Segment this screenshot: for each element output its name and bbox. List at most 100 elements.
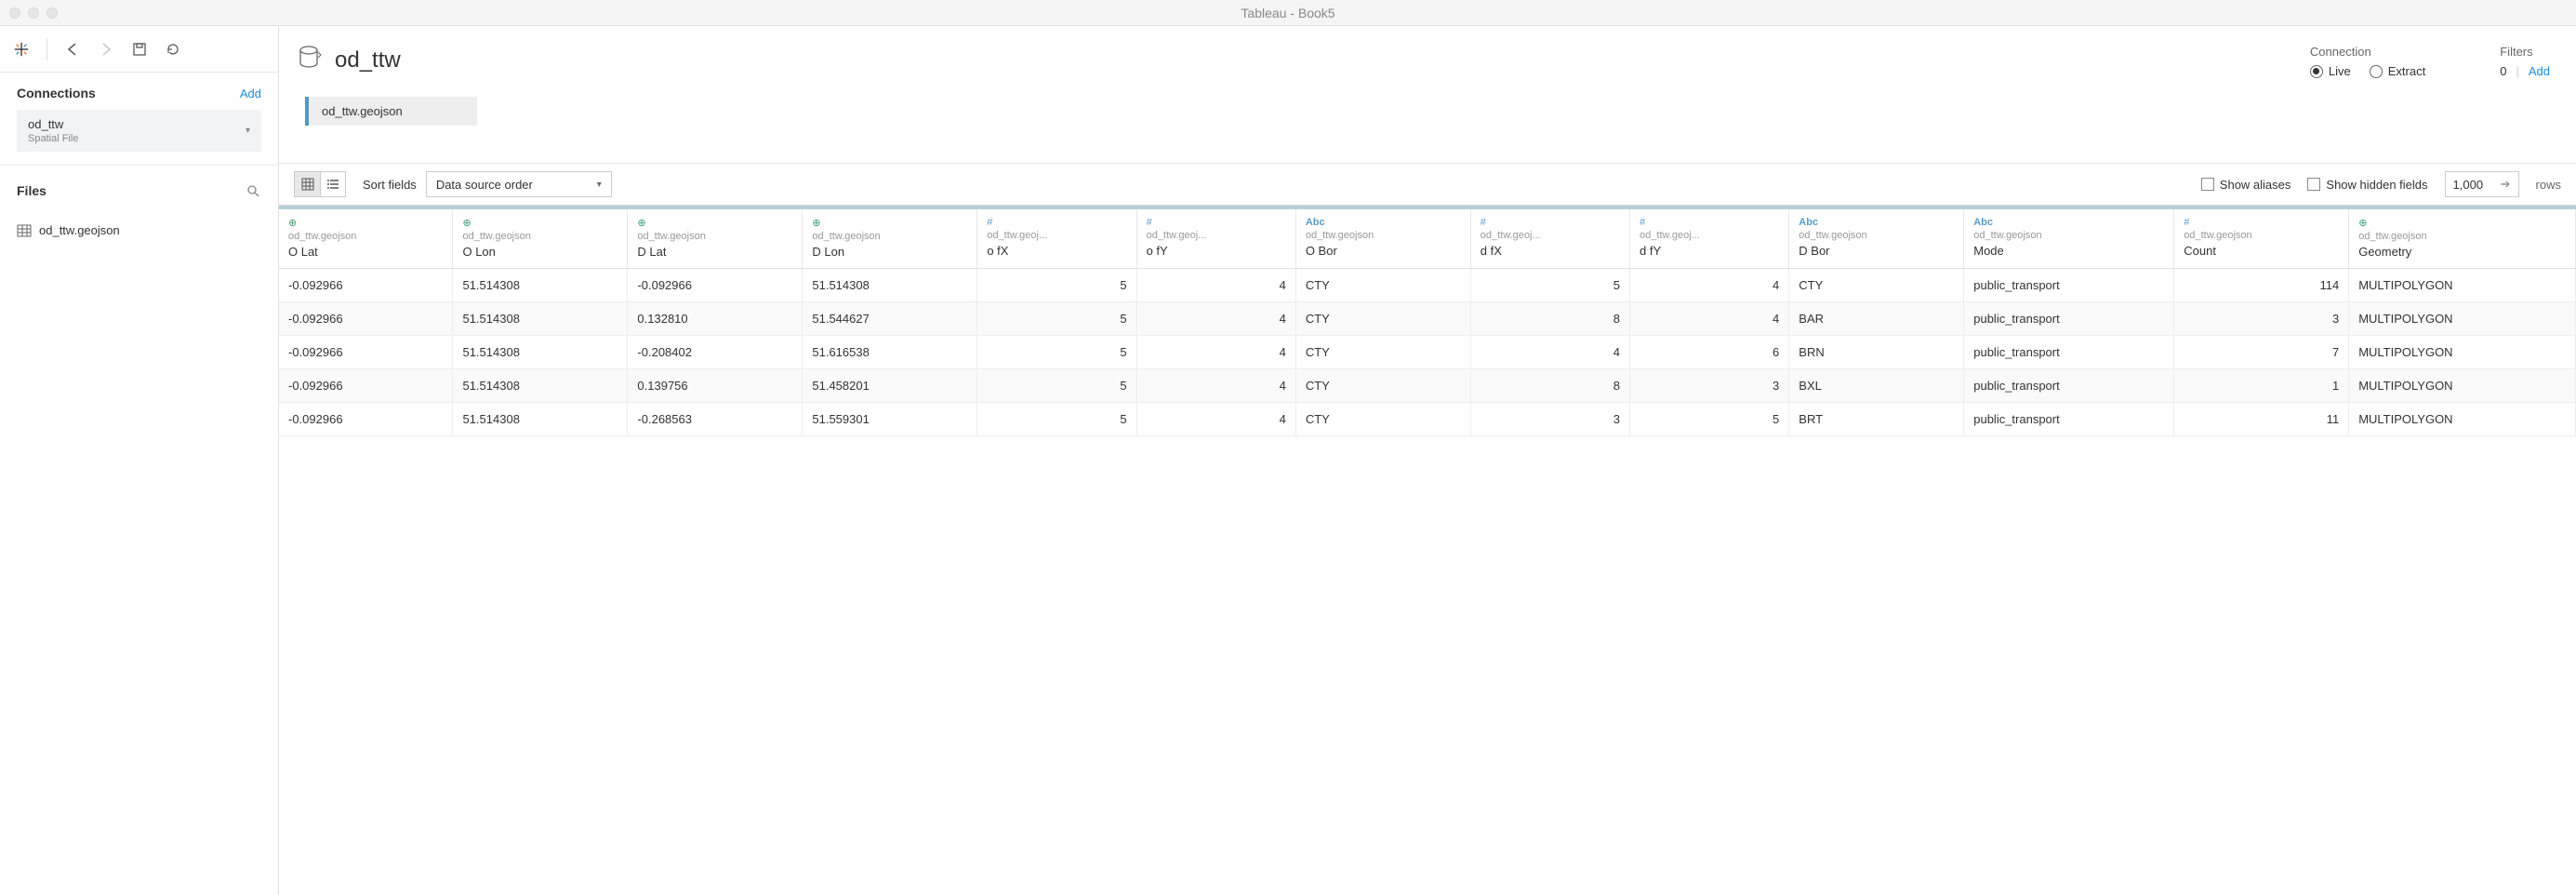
- column-header[interactable]: ⊕od_ttw.geojsonO Lon: [453, 207, 628, 269]
- save-icon[interactable]: [131, 41, 148, 58]
- table-cell[interactable]: -0.268563: [628, 403, 803, 436]
- column-header[interactable]: ⊕od_ttw.geojsonGeometry: [2349, 207, 2576, 269]
- table-cell[interactable]: 5: [977, 302, 1136, 336]
- datasource-name[interactable]: od_ttw: [335, 47, 401, 73]
- data-grid[interactable]: ⊕od_ttw.geojsonO Lat⊕od_ttw.geojsonO Lon…: [279, 206, 2576, 895]
- table-cell[interactable]: 5: [1630, 403, 1789, 436]
- table-cell[interactable]: -0.092966: [279, 369, 453, 403]
- database-icon[interactable]: [298, 45, 322, 75]
- table-cell[interactable]: CTY: [1295, 302, 1470, 336]
- table-cell[interactable]: 51.544627: [803, 302, 977, 336]
- maximize-window-button[interactable]: [46, 7, 58, 19]
- table-cell[interactable]: 51.458201: [803, 369, 977, 403]
- table-cell[interactable]: -0.092966: [279, 336, 453, 369]
- table-cell[interactable]: 8: [1470, 369, 1629, 403]
- table-cell[interactable]: 51.514308: [453, 336, 628, 369]
- table-cell[interactable]: 51.616538: [803, 336, 977, 369]
- table-row[interactable]: -0.09296651.514308-0.20840251.61653854CT…: [279, 336, 2576, 369]
- column-header[interactable]: #od_ttw.geoj...d fY: [1630, 207, 1789, 269]
- extract-radio[interactable]: Extract: [2370, 64, 2425, 78]
- table-cell[interactable]: -0.092966: [279, 403, 453, 436]
- table-cell[interactable]: BRT: [1789, 403, 1964, 436]
- table-cell[interactable]: 4: [1136, 302, 1295, 336]
- add-filter-link[interactable]: Add: [2529, 64, 2550, 78]
- table-cell[interactable]: 51.514308: [453, 302, 628, 336]
- table-cell[interactable]: BRN: [1789, 336, 1964, 369]
- search-icon[interactable]: [245, 182, 261, 199]
- column-header[interactable]: ⊕od_ttw.geojsonO Lat: [279, 207, 453, 269]
- back-icon[interactable]: [64, 41, 81, 58]
- rows-input[interactable]: 1,000 ➔: [2445, 171, 2519, 197]
- table-cell[interactable]: 114: [2174, 269, 2349, 302]
- table-cell[interactable]: 1: [2174, 369, 2349, 403]
- table-cell[interactable]: 3: [2174, 302, 2349, 336]
- table-cell[interactable]: 8: [1470, 302, 1629, 336]
- live-radio[interactable]: Live: [2310, 64, 2351, 78]
- table-cell[interactable]: 51.514308: [803, 269, 977, 302]
- table-cell[interactable]: MULTIPOLYGON: [2349, 403, 2576, 436]
- table-cell[interactable]: 11: [2174, 403, 2349, 436]
- minimize-window-button[interactable]: [28, 7, 39, 19]
- table-cell[interactable]: BXL: [1789, 369, 1964, 403]
- list-view-button[interactable]: [320, 171, 346, 197]
- column-header[interactable]: #od_ttw.geoj...d fX: [1470, 207, 1629, 269]
- table-cell[interactable]: CTY: [1295, 336, 1470, 369]
- table-cell[interactable]: 51.514308: [453, 269, 628, 302]
- canvas[interactable]: od_ttw.geojson: [279, 87, 2576, 163]
- table-cell[interactable]: CTY: [1295, 269, 1470, 302]
- table-cell[interactable]: 5: [977, 403, 1136, 436]
- table-row[interactable]: -0.09296651.514308-0.09296651.51430854CT…: [279, 269, 2576, 302]
- table-cell[interactable]: public_transport: [1964, 302, 2174, 336]
- table-cell[interactable]: CTY: [1295, 369, 1470, 403]
- file-item[interactable]: od_ttw.geojson: [0, 218, 278, 243]
- table-cell[interactable]: 7: [2174, 336, 2349, 369]
- table-cell[interactable]: public_transport: [1964, 369, 2174, 403]
- table-cell[interactable]: 51.559301: [803, 403, 977, 436]
- table-cell[interactable]: BAR: [1789, 302, 1964, 336]
- table-cell[interactable]: 4: [1470, 336, 1629, 369]
- table-row[interactable]: -0.09296651.514308-0.26856351.55930154CT…: [279, 403, 2576, 436]
- column-header[interactable]: ⊕od_ttw.geojsonD Lat: [628, 207, 803, 269]
- table-cell[interactable]: 3: [1630, 369, 1789, 403]
- table-row[interactable]: -0.09296651.5143080.13281051.54462754CTY…: [279, 302, 2576, 336]
- table-cell[interactable]: 0.132810: [628, 302, 803, 336]
- add-connection-link[interactable]: Add: [240, 87, 261, 100]
- table-cell[interactable]: 51.514308: [453, 369, 628, 403]
- table-cell[interactable]: public_transport: [1964, 269, 2174, 302]
- table-cell[interactable]: -0.092966: [279, 302, 453, 336]
- column-header[interactable]: Abcod_ttw.geojsonD Bor: [1789, 207, 1964, 269]
- table-cell[interactable]: public_transport: [1964, 403, 2174, 436]
- column-header[interactable]: Abcod_ttw.geojsonMode: [1964, 207, 2174, 269]
- table-cell[interactable]: 5: [1470, 269, 1629, 302]
- table-cell[interactable]: CTY: [1789, 269, 1964, 302]
- table-cell[interactable]: 4: [1136, 369, 1295, 403]
- column-header[interactable]: Abcod_ttw.geojsonO Bor: [1295, 207, 1470, 269]
- table-cell[interactable]: 4: [1136, 269, 1295, 302]
- table-cell[interactable]: public_transport: [1964, 336, 2174, 369]
- table-cell[interactable]: -0.092966: [628, 269, 803, 302]
- table-cell[interactable]: 5: [977, 336, 1136, 369]
- table-cell[interactable]: 4: [1136, 336, 1295, 369]
- table-cell[interactable]: 3: [1470, 403, 1629, 436]
- column-header[interactable]: #od_ttw.geojsonCount: [2174, 207, 2349, 269]
- column-header[interactable]: #od_ttw.geoj...o fX: [977, 207, 1136, 269]
- table-cell[interactable]: 4: [1630, 269, 1789, 302]
- column-header[interactable]: ⊕od_ttw.geojsonD Lon: [803, 207, 977, 269]
- column-header[interactable]: #od_ttw.geoj...o fY: [1136, 207, 1295, 269]
- table-cell[interactable]: 4: [1630, 302, 1789, 336]
- table-cell[interactable]: 4: [1136, 403, 1295, 436]
- refresh-icon[interactable]: [165, 41, 181, 58]
- close-window-button[interactable]: [9, 7, 20, 19]
- table-cell[interactable]: 5: [977, 369, 1136, 403]
- table-cell[interactable]: MULTIPOLYGON: [2349, 302, 2576, 336]
- grid-view-button[interactable]: [294, 171, 320, 197]
- table-pill[interactable]: od_ttw.geojson: [305, 97, 477, 126]
- table-cell[interactable]: -0.092966: [279, 269, 453, 302]
- table-cell[interactable]: CTY: [1295, 403, 1470, 436]
- table-cell[interactable]: 51.514308: [453, 403, 628, 436]
- sort-fields-select[interactable]: Data source order ▾: [426, 171, 612, 197]
- table-cell[interactable]: -0.208402: [628, 336, 803, 369]
- show-hidden-checkbox[interactable]: Show hidden fields: [2307, 178, 2427, 192]
- table-row[interactable]: -0.09296651.5143080.13975651.45820154CTY…: [279, 369, 2576, 403]
- table-cell[interactable]: 6: [1630, 336, 1789, 369]
